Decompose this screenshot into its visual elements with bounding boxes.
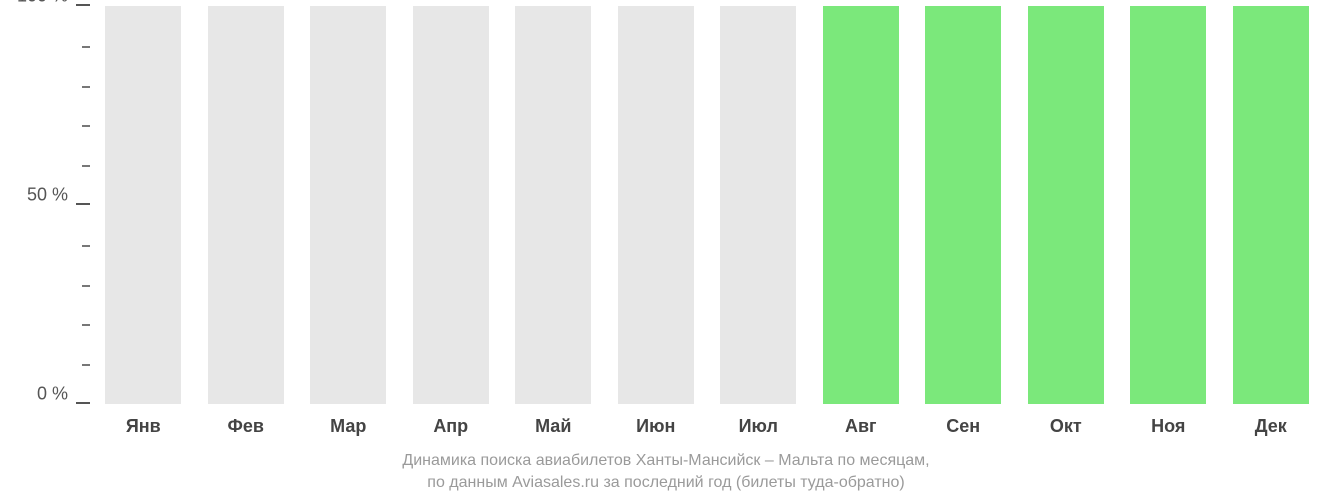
x-label: Ноя: [1117, 410, 1220, 440]
bar-slot: [912, 6, 1015, 404]
x-label: Июл: [707, 410, 810, 440]
y-label: 50 %: [27, 184, 68, 205]
x-label: Май: [502, 410, 605, 440]
x-label: Мар: [297, 410, 400, 440]
x-axis: ЯнвФевМарАпрМайИюнИюлАвгСенОктНояДек: [92, 410, 1322, 440]
bar: [720, 6, 796, 404]
bar-slot: [92, 6, 195, 404]
y-label: 0 %: [37, 383, 68, 404]
bar-slot: [1220, 6, 1323, 404]
bar-slot: [810, 6, 913, 404]
minor-tick-icon: [82, 46, 90, 48]
tick-mark-icon: [76, 203, 90, 205]
bar: [105, 6, 181, 404]
caption-line-2: по данным Aviasales.ru за последний год …: [0, 474, 1332, 492]
bar-slot: [400, 6, 503, 404]
y-label: 100 %: [17, 0, 68, 6]
tick-mark-icon: [76, 4, 90, 6]
x-label: Апр: [400, 410, 503, 440]
bar-slot: [1015, 6, 1118, 404]
bar: [925, 6, 1001, 404]
bar-slot: [502, 6, 605, 404]
bar-slot: [297, 6, 400, 404]
bar: [208, 6, 284, 404]
caption-line-1: Динамика поиска авиабилетов Ханты-Мансий…: [0, 452, 1332, 470]
bar-slot: [707, 6, 810, 404]
minor-tick-icon: [82, 285, 90, 287]
plot-area: [92, 6, 1322, 404]
minor-tick-icon: [82, 165, 90, 167]
bar: [515, 6, 591, 404]
bar-slot: [1117, 6, 1220, 404]
minor-tick-icon: [82, 324, 90, 326]
x-label: Окт: [1015, 410, 1118, 440]
bar: [1233, 6, 1309, 404]
x-label: Фев: [195, 410, 298, 440]
minor-tick-icon: [82, 364, 90, 366]
bar-slot: [605, 6, 708, 404]
tick-mark-icon: [76, 402, 90, 404]
bar: [413, 6, 489, 404]
minor-tick-icon: [82, 125, 90, 127]
x-label: Дек: [1220, 410, 1323, 440]
bar-slot: [195, 6, 298, 404]
x-label: Янв: [92, 410, 195, 440]
minor-tick-icon: [82, 245, 90, 247]
y-axis: 100 % 50 % 0 %: [0, 6, 90, 404]
minor-tick-icon: [82, 86, 90, 88]
bar: [310, 6, 386, 404]
x-label: Июн: [605, 410, 708, 440]
bar: [1130, 6, 1206, 404]
bar-chart: 100 % 50 % 0 % ЯнвФевМарАпрМайИюнИюлАвгС…: [0, 0, 1332, 502]
x-label: Авг: [810, 410, 913, 440]
bar: [618, 6, 694, 404]
bar: [823, 6, 899, 404]
x-label: Сен: [912, 410, 1015, 440]
bar: [1028, 6, 1104, 404]
